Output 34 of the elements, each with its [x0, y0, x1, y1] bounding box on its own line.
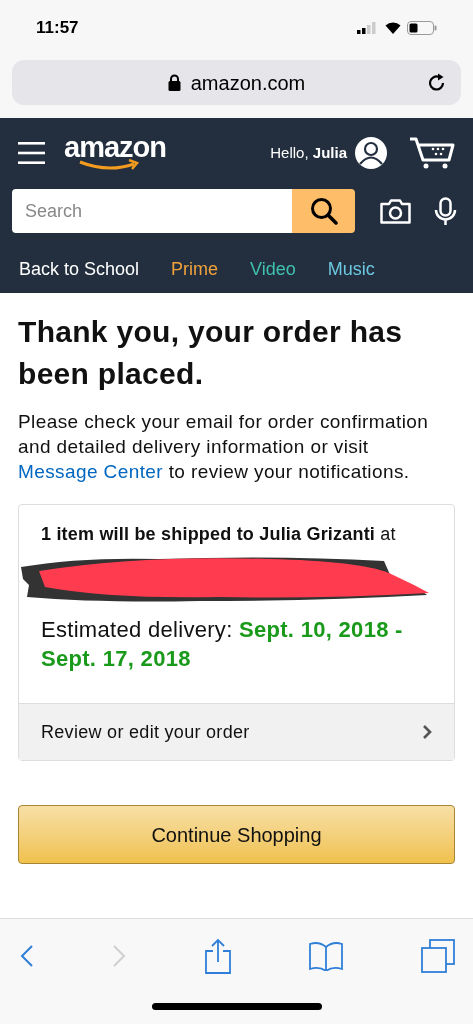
share-icon[interactable] — [204, 938, 231, 974]
back-icon[interactable] — [20, 944, 34, 968]
nav-link[interactable]: Back to School — [19, 256, 140, 283]
url-text: amazon.com — [190, 70, 306, 96]
search-field[interactable]: Search — [12, 189, 292, 233]
nav-link[interactable]: Video — [250, 256, 296, 283]
message-center-link[interactable]: Message Center — [18, 461, 163, 482]
search-button[interactable] — [292, 189, 355, 233]
lock-icon — [167, 74, 181, 91]
nav-link[interactable]: Prime — [171, 256, 219, 283]
camera-icon[interactable] — [380, 198, 411, 224]
tabs-icon[interactable] — [421, 939, 455, 973]
confirmation-heading: Thank you, your order has been placed. — [18, 314, 404, 392]
status-time: 11:57 — [36, 17, 79, 40]
book-icon[interactable] — [308, 941, 343, 971]
confirmation-message: Please check your email for order confirmation and detailed delivery information or visit Message Center to review your notifications. — [18, 410, 430, 484]
wifi-icon — [385, 22, 401, 34]
menu-icon[interactable] — [18, 141, 45, 165]
reload-icon[interactable] — [427, 72, 447, 93]
cart-icon[interactable] — [409, 136, 455, 170]
review-order-link[interactable]: Review or edit your order — [19, 703, 454, 760]
signal-icon — [357, 22, 379, 34]
search-icon — [309, 197, 338, 225]
continue-shopping-button[interactable]: Continue Shopping — [18, 805, 455, 864]
nav-link[interactable]: Music — [327, 256, 375, 283]
shipping-text: 1 item will be shipped to Julia Grizanti at — [41, 523, 397, 545]
microphone-icon[interactable] — [434, 196, 457, 226]
greeting-text: Hello, Julia — [270, 142, 347, 163]
address-bar[interactable]: amazon.com — [12, 60, 461, 105]
chevron-right-icon — [422, 724, 432, 740]
account-icon[interactable] — [355, 137, 387, 169]
amazon-logo[interactable]: amazon — [64, 133, 166, 173]
estimated-delivery: Estimated delivery: Sept. 10, 2018 - Sept. 17, 2018 — [41, 616, 404, 673]
battery-icon — [407, 21, 437, 35]
